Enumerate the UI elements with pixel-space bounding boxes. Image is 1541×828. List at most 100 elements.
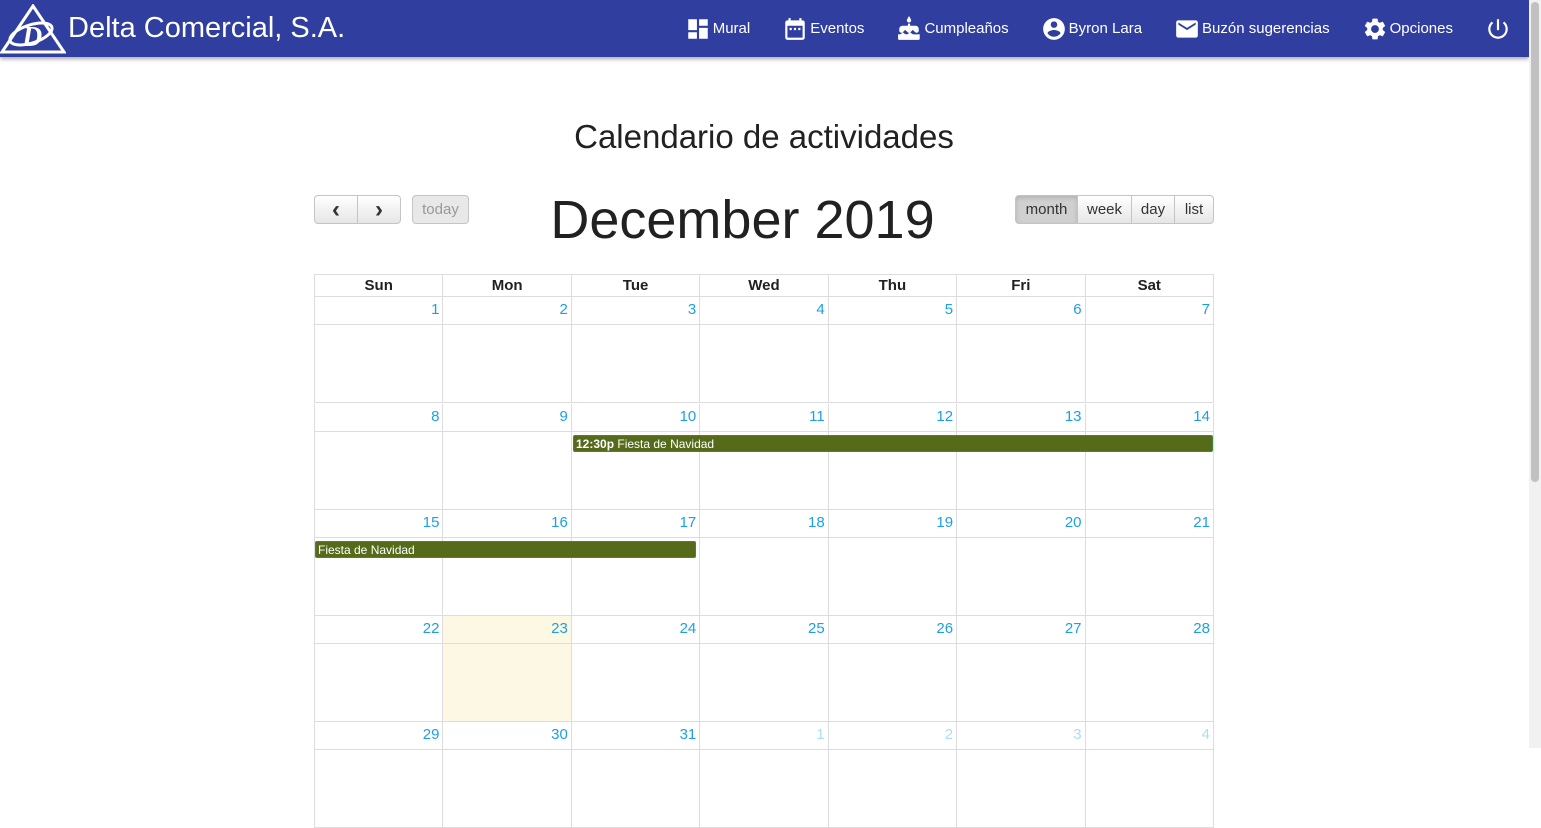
day-cell[interactable]: 27 bbox=[956, 616, 1085, 721]
day-number[interactable]: 30 bbox=[551, 726, 568, 743]
day-cell[interactable]: 9 bbox=[442, 404, 571, 509]
nav-mural[interactable]: Mural bbox=[685, 16, 750, 42]
calendar-title: December 2019 bbox=[550, 190, 935, 250]
day-cell[interactable]: 19 bbox=[827, 510, 957, 615]
nav-opciones[interactable]: Opciones bbox=[1362, 16, 1453, 42]
day-cell[interactable]: 21 bbox=[1084, 510, 1213, 615]
nav-eventos[interactable]: Eventos bbox=[782, 16, 864, 42]
day-divider bbox=[828, 324, 957, 325]
day-cell[interactable]: 4 bbox=[1084, 722, 1213, 827]
day-cell[interactable]: 8 bbox=[315, 404, 443, 509]
day-cell[interactable]: 20 bbox=[956, 510, 1085, 615]
day-number[interactable]: 25 bbox=[808, 620, 825, 637]
day-cell[interactable]: 5 bbox=[827, 297, 957, 402]
day-cell[interactable]: 6 bbox=[956, 297, 1085, 402]
day-number[interactable]: 14 bbox=[1193, 408, 1210, 425]
delta-logo-icon: D bbox=[0, 3, 66, 53]
view-week-button[interactable]: week bbox=[1077, 195, 1132, 224]
brand[interactable]: D Delta Comercial, S.A. bbox=[0, 0, 345, 57]
day-cell[interactable]: 25 bbox=[699, 616, 828, 721]
day-cell[interactable]: 16 bbox=[442, 510, 571, 615]
nav-cumpleanos[interactable]: Cumpleaños bbox=[896, 15, 1009, 42]
day-number[interactable]: 3 bbox=[688, 301, 696, 318]
weekday-fri: Fri bbox=[956, 275, 1084, 296]
chevron-right-icon: › bbox=[375, 195, 383, 223]
day-cell[interactable]: 30 bbox=[442, 722, 571, 827]
day-number[interactable]: 6 bbox=[1073, 301, 1081, 318]
day-number[interactable]: 28 bbox=[1193, 620, 1210, 637]
nav-buzon[interactable]: Buzón sugerencias bbox=[1174, 16, 1330, 42]
day-number[interactable]: 19 bbox=[936, 514, 953, 531]
day-number[interactable]: 9 bbox=[560, 408, 568, 425]
day-cell[interactable]: 3 bbox=[570, 297, 700, 402]
day-cell[interactable]: 24 bbox=[570, 616, 700, 721]
day-number[interactable]: 2 bbox=[560, 301, 568, 318]
day-cell[interactable]: 2 bbox=[442, 297, 571, 402]
day-cell[interactable]: 7 bbox=[1084, 297, 1213, 402]
day-number[interactable]: 12 bbox=[936, 408, 953, 425]
day-number[interactable]: 17 bbox=[680, 514, 697, 531]
view-month-button[interactable]: month bbox=[1015, 195, 1078, 224]
day-cell[interactable]: 11 bbox=[699, 404, 828, 509]
day-number[interactable]: 23 bbox=[551, 620, 568, 637]
day-number[interactable]: 5 bbox=[945, 301, 953, 318]
day-number[interactable]: 1 bbox=[431, 301, 439, 318]
day-number[interactable]: 31 bbox=[680, 726, 697, 743]
day-number[interactable]: 2 bbox=[945, 726, 953, 743]
day-divider bbox=[700, 431, 828, 432]
event-fiesta-de-navidad-continued[interactable]: Fiesta de Navidad bbox=[315, 541, 696, 558]
day-number[interactable]: 27 bbox=[1065, 620, 1082, 637]
prev-month-button[interactable]: ‹ bbox=[314, 195, 358, 224]
day-cell[interactable]: 14 bbox=[1084, 404, 1213, 509]
view-day-button[interactable]: day bbox=[1131, 195, 1175, 224]
day-cell[interactable]: 1 bbox=[699, 722, 828, 827]
gear-icon bbox=[1364, 18, 1385, 39]
day-number[interactable]: 20 bbox=[1065, 514, 1082, 531]
day-cell[interactable]: 18 bbox=[699, 510, 828, 615]
event-title: Fiesta de Navidad bbox=[617, 437, 715, 451]
day-cell[interactable]: 17 bbox=[570, 510, 700, 615]
day-cell[interactable]: 12 bbox=[827, 404, 957, 509]
day-number[interactable]: 4 bbox=[816, 301, 824, 318]
day-number[interactable]: 13 bbox=[1065, 408, 1082, 425]
day-cell[interactable]: 1 bbox=[315, 297, 443, 402]
today-button[interactable]: today bbox=[412, 195, 469, 224]
day-number[interactable]: 21 bbox=[1193, 514, 1210, 531]
day-cell[interactable]: 15 bbox=[315, 510, 443, 615]
day-number[interactable]: 24 bbox=[680, 620, 697, 637]
day-cell-today[interactable]: 23 bbox=[442, 616, 571, 721]
day-cell[interactable]: 28 bbox=[1084, 616, 1213, 721]
day-number[interactable]: 3 bbox=[1073, 726, 1081, 743]
day-cell[interactable]: 3 bbox=[956, 722, 1085, 827]
day-number[interactable]: 4 bbox=[1202, 726, 1210, 743]
mail-icon bbox=[1176, 19, 1198, 38]
day-cell[interactable]: 31 bbox=[570, 722, 700, 827]
day-number[interactable]: 7 bbox=[1202, 301, 1210, 318]
svg-text:D: D bbox=[21, 22, 42, 53]
day-number[interactable]: 29 bbox=[423, 726, 440, 743]
page-scrollbar[interactable] bbox=[1529, 0, 1541, 748]
day-number[interactable]: 22 bbox=[423, 620, 440, 637]
day-number[interactable]: 26 bbox=[936, 620, 953, 637]
event-fiesta-de-navidad[interactable]: 12:30p Fiesta de Navidad bbox=[573, 435, 1213, 452]
day-number[interactable]: 8 bbox=[431, 408, 439, 425]
day-cell[interactable]: 4 bbox=[699, 297, 828, 402]
day-number[interactable]: 18 bbox=[808, 514, 825, 531]
day-number[interactable]: 11 bbox=[809, 408, 825, 425]
scrollbar-thumb[interactable] bbox=[1531, 2, 1539, 482]
day-cell[interactable]: 10 bbox=[570, 404, 700, 509]
day-cell[interactable]: 13 bbox=[956, 404, 1085, 509]
next-month-button[interactable]: › bbox=[357, 195, 401, 224]
view-list-button[interactable]: list bbox=[1174, 195, 1214, 224]
day-cell[interactable]: 2 bbox=[827, 722, 957, 827]
week-row: 8 9 10 11 12 13 14 bbox=[314, 404, 1214, 510]
logout-button[interactable] bbox=[1485, 16, 1511, 42]
day-number[interactable]: 16 bbox=[551, 514, 568, 531]
day-number[interactable]: 15 bbox=[423, 514, 440, 531]
nav-user[interactable]: Byron Lara bbox=[1041, 16, 1142, 42]
day-cell[interactable]: 29 bbox=[315, 722, 443, 827]
day-cell[interactable]: 22 bbox=[315, 616, 443, 721]
day-number[interactable]: 1 bbox=[816, 726, 824, 743]
day-number[interactable]: 10 bbox=[680, 408, 697, 425]
day-cell[interactable]: 26 bbox=[827, 616, 957, 721]
